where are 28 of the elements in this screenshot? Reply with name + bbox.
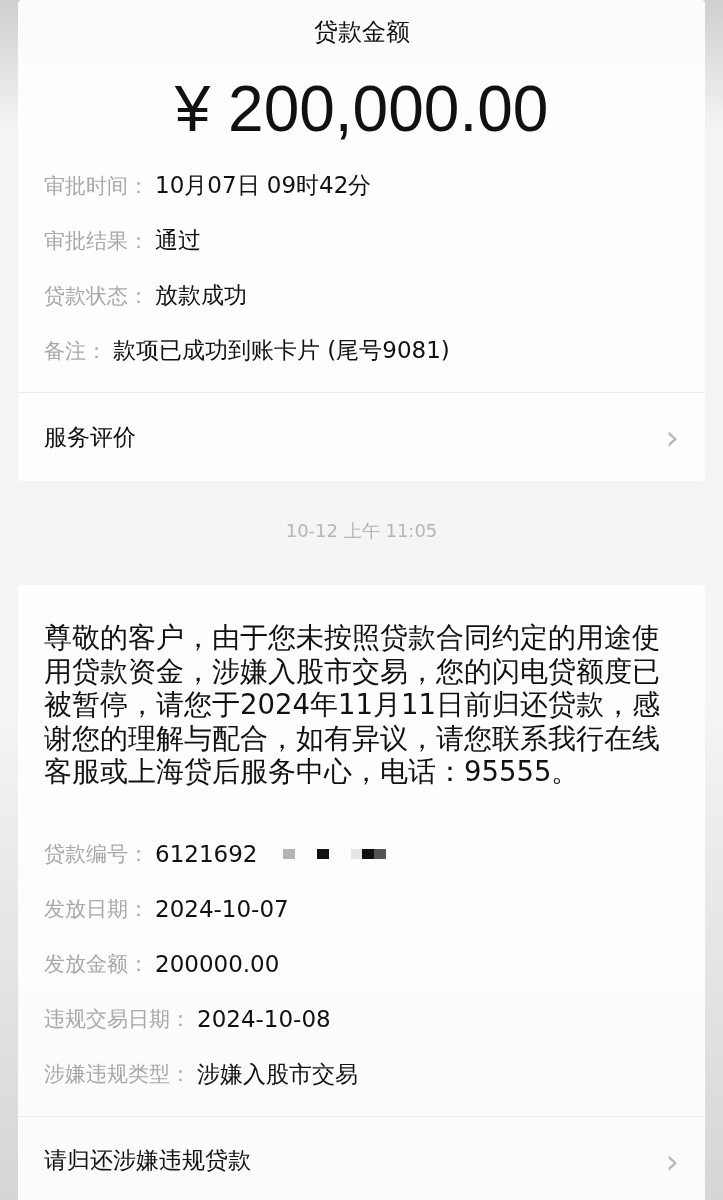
detail-value: 通过: [155, 226, 201, 255]
message-timestamp: 10-12 上午 11:05: [284, 519, 439, 543]
detail-label: 审批时间：: [44, 172, 149, 200]
detail-label: 违规交易日期：: [44, 1006, 191, 1033]
service-rating-link[interactable]: 服务评价 ›: [18, 392, 705, 481]
detail-label: 发放日期：: [44, 896, 149, 923]
notice-message: 尊敬的客户，由于您未按照贷款合同约定的用途使用贷款资金，涉嫌入股市交易，您的闪电贷额度已被暂停，请您于2024年11月11日前归还贷款，感谢您的理解与配合，如有异议，请您联系我行在线客服或上海贷后服务中心，电话：95555。: [43, 620, 661, 789]
detail-value: 涉嫌入股市交易: [197, 1059, 358, 1089]
detail-label: 备注：: [44, 337, 107, 365]
detail-label: 审批结果：: [44, 227, 149, 255]
detail-value: 6121692: [155, 841, 258, 867]
detail-value: 200000.00: [155, 951, 280, 977]
repay-loan-link[interactable]: 请归还涉嫌违规贷款 ›: [18, 1115, 705, 1200]
detail-value: 款项已成功到账卡片 (尾号9081): [113, 336, 450, 365]
detail-value: 2024-10-07: [155, 896, 289, 922]
detail-label: 涉嫌违规类型：: [44, 1061, 191, 1088]
detail-label: 发放金额：: [44, 951, 149, 978]
chevron-icon: ›: [665, 1143, 679, 1178]
loan-amount: ¥ 200,000.00: [173, 72, 550, 138]
chevron-icon: ›: [665, 420, 679, 454]
link-label: 请归还涉嫌违规贷款: [44, 1146, 251, 1175]
detail-label: 贷款编号：: [44, 841, 149, 868]
detail-label: 贷款状态：: [44, 282, 149, 310]
detail-value: 放款成功: [155, 281, 247, 310]
section-title: 贷款金额: [312, 17, 411, 48]
link-label: 服务评价: [44, 422, 136, 452]
detail-value: 2024-10-08: [197, 1006, 331, 1032]
detail-value: 10月07日 09时42分: [155, 171, 372, 200]
